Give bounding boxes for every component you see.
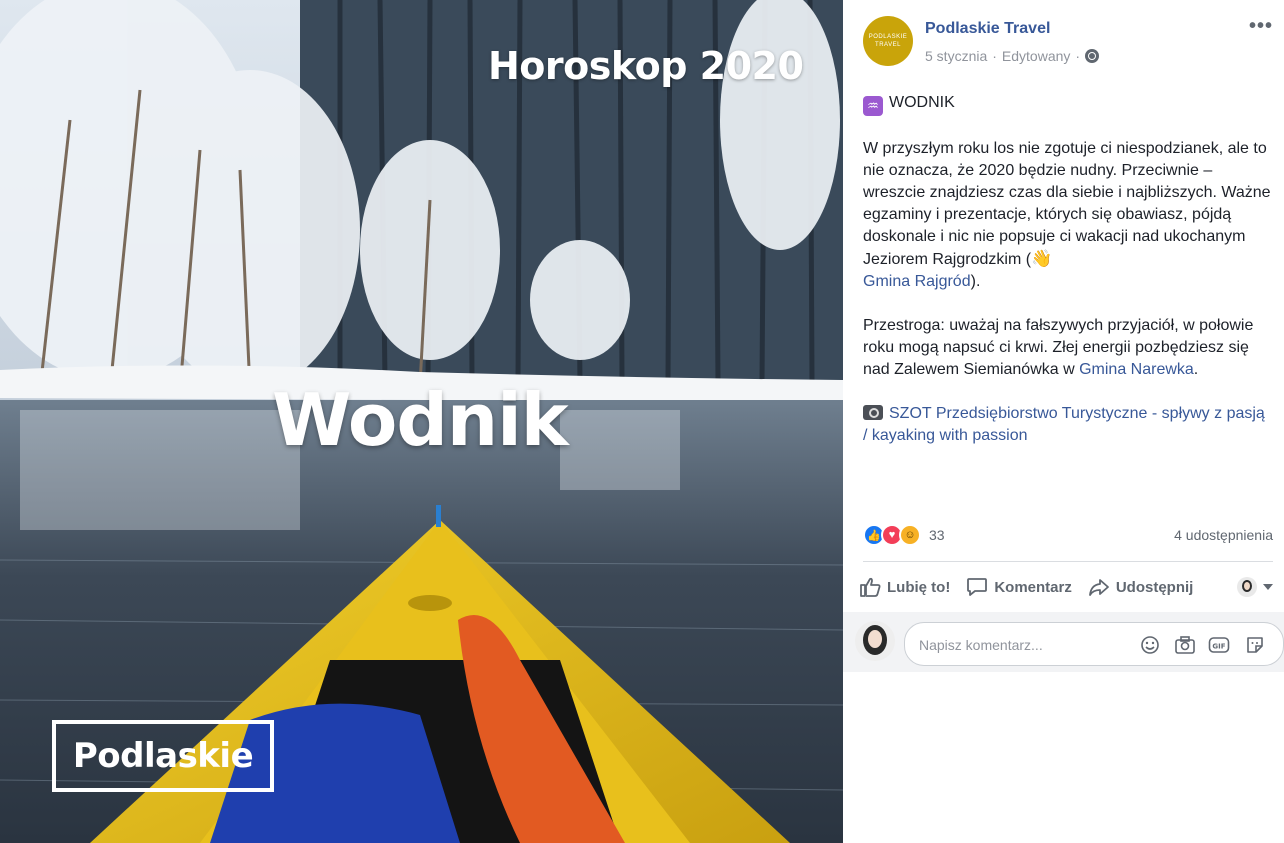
emoji-icon[interactable]	[1139, 634, 1161, 656]
post-meta: 5 stycznia · Edytowany ·	[925, 48, 1100, 64]
page-avatar[interactable]: PODLASKIE TRAVEL	[863, 16, 913, 66]
svg-text:GIF: GIF	[1212, 643, 1225, 651]
meta-separator: ·	[1075, 48, 1081, 64]
divider	[863, 561, 1273, 562]
page-name-link[interactable]: Podlaskie Travel	[925, 20, 1050, 38]
camera-icon	[863, 405, 883, 420]
share-icon	[1088, 579, 1109, 596]
post-paragraph: W przyszłym roku los nie zgotuje ci nies…	[863, 138, 1273, 293]
podlaskie-logo: Podlaskie	[52, 720, 274, 792]
caret-down-icon	[1263, 584, 1273, 590]
photo-credit: SZOT Przedsiębiorstwo Turystyczne - spły…	[863, 403, 1273, 447]
thumbs-up-icon	[860, 577, 881, 597]
comment-input[interactable]	[919, 635, 1119, 655]
edited-label[interactable]: Edytowany	[1002, 48, 1070, 64]
paragraph-end: .	[1193, 361, 1199, 378]
comment-box[interactable]: GIF	[904, 622, 1284, 666]
heading-text: WODNIK	[889, 94, 955, 111]
post-as-selector[interactable]	[1237, 577, 1273, 597]
post-photo[interactable]: Horoskop 2020 Wodnik Podlaskie	[0, 0, 843, 843]
gmina-rajgrod-link[interactable]: Gmina Rajgród	[863, 273, 971, 290]
paragraph-text: W przyszłym roku los nie zgotuje ci nies…	[863, 140, 1271, 268]
gif-icon[interactable]: GIF	[1208, 634, 1230, 656]
post-date-link[interactable]: 5 stycznia	[925, 48, 987, 64]
paragraph-end: ).	[970, 273, 981, 290]
post-heading: ♒ WODNIK	[863, 92, 1273, 116]
avatar-text-line2: TRAVEL	[875, 42, 901, 48]
post-header: PODLASKIE TRAVEL Podlaskie Travel 5 styc…	[863, 16, 1273, 70]
reactions-bar: 👍 ♥ ☺ 33 4 udostępnienia	[863, 522, 1273, 548]
post-paragraph: Przestroga: uważaj na fałszywych przyjac…	[863, 315, 1273, 381]
comment-button[interactable]: Komentarz	[966, 577, 1072, 597]
shares-count[interactable]: 4 udostępnienia	[1174, 527, 1273, 543]
ellipsis-icon[interactable]: •••	[1249, 16, 1273, 36]
share-button[interactable]: Udostępnij	[1088, 577, 1194, 597]
comment-section: GIF	[843, 612, 1284, 672]
post-panel: PODLASKIE TRAVEL Podlaskie Travel 5 styc…	[843, 0, 1284, 843]
avatar-text-line1: PODLASKIE	[868, 34, 908, 40]
camera-icon[interactable]	[1174, 634, 1196, 656]
post-body: ♒ WODNIK W przyszłym roku los nie zgotuje…	[863, 92, 1273, 469]
aquarius-icon: ♒	[863, 96, 883, 116]
waving-hand-icon: 👋	[1031, 249, 1053, 268]
user-avatar[interactable]	[855, 621, 895, 661]
sticker-icon[interactable]	[1244, 634, 1266, 656]
user-mini-avatar	[1237, 577, 1257, 597]
action-bar: Lubię to! Komentarz Udostępnij	[859, 572, 1273, 602]
gmina-narewka-link[interactable]: Gmina Narewka	[1079, 361, 1194, 378]
globe-icon[interactable]	[1085, 49, 1100, 63]
meta-separator: ·	[992, 48, 997, 64]
horoscope-title: Horoskop 2020	[488, 44, 804, 88]
like-button[interactable]: Lubię to!	[859, 577, 950, 597]
reaction-count[interactable]: 33	[929, 527, 945, 543]
comment-icon	[967, 578, 988, 596]
like-label: Lubię to!	[887, 578, 951, 596]
zodiac-sign-title: Wodnik	[272, 378, 569, 462]
share-label: Udostępnij	[1115, 578, 1194, 596]
comment-label: Komentarz	[994, 578, 1072, 596]
haha-reaction-icon[interactable]: ☺	[899, 524, 921, 546]
photo-credit-link[interactable]: SZOT Przedsiębiorstwo Turystyczne - spły…	[863, 405, 1265, 444]
